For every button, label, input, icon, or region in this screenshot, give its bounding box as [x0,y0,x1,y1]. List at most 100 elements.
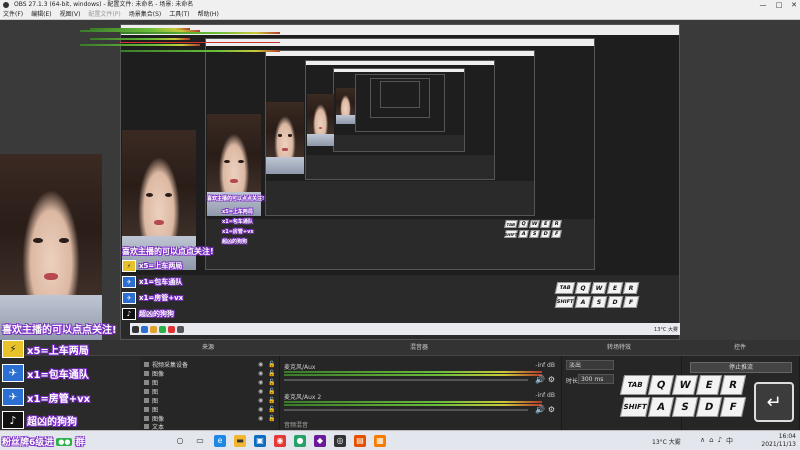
mixer-panel: 混音器 麦克风/Aux -inf dB 🔊 ⚙ 麦克风/Aux 2 -inf d… [280,344,562,430]
fan-badge-suffix: 群 [75,438,85,448]
task-view-icon[interactable]: ▭ [194,435,206,447]
gear-icon[interactable]: ⚙ [548,405,555,414]
speaker-icon[interactable]: 🔊 [535,405,545,414]
app-icon[interactable]: ◆ [314,434,326,447]
key-s: S [671,397,699,417]
sticker-label: x1=包车通队 [27,369,89,381]
overlay-headline: 喜欢主播的可以点点关注! [2,325,117,336]
maximize-icon[interactable]: □ [772,0,786,10]
controls-title: 控件 [734,344,747,351]
app-icon[interactable]: ▤ [354,434,366,447]
volume-meter [284,404,542,406]
menu-bar: 文件(F) 编辑(E) 视图(V) 配置文件(P) 场景集合(S) 工具(T) … [0,10,800,20]
sticker-label: x5=上车两局 [222,209,253,215]
key-q: Q [647,375,675,395]
source-item[interactable]: 图 ◉ 🔓 [144,387,275,396]
clock-date: 2021/11/13 [761,441,796,448]
webcam-capture [336,88,355,124]
sticker-label: 超凶的狗狗 [27,416,77,428]
chevron-up-icon[interactable]: ∧ [700,436,705,446]
preview-canvas[interactable]: 喜欢主播的可以点点关注! ⚡ x5=上车两局 ✈ x1=包车通队 ✈ x1=房管… [0,20,800,340]
transition-select[interactable]: 淡出 [566,360,614,370]
wechat-icon[interactable]: ● [294,434,306,447]
volume-slider[interactable] [284,409,528,411]
sources-title: 来源 [202,344,215,351]
menu-tools[interactable]: 工具(T) [169,10,189,19]
mixer-track: 麦克风/Aux 2 -inf dB 🔊 ⚙ [284,392,557,418]
webcam-capture [0,154,102,340]
sticker-row: ⚡ x5=上车两局 [2,340,89,358]
folder-icon[interactable]: ▬ [234,434,246,447]
sticker-lightning-icon: ⚡ [2,340,24,358]
sticker-label: 超凶的狗狗 [222,239,248,245]
mixer-title: 混音器 [410,344,429,351]
taskbar: ○ ▭ e ▬ ▣ ◉ ● ◆ ◎ ▤ ▦ 13°C 大雾 ∧ ⌂ ♪ 中 16… [0,430,800,450]
gear-icon[interactable]: ⚙ [548,375,555,384]
fan-badge-label: 粉丝牌6级进 [2,438,54,448]
speaker-icon[interactable]: 🔊 [535,375,545,384]
menu-file[interactable]: 文件(F) [3,10,23,19]
store-icon[interactable]: ▣ [254,434,266,447]
keyboard-overlay: TAB Q W E R SHIFT A S D F [619,375,747,417]
sticker-label: x1=包车通队 [222,219,253,225]
key-d: D [606,296,624,308]
search-icon[interactable]: ○ [174,435,186,447]
source-item[interactable]: 视频采集设备 ◉ 🔓 [144,360,275,369]
sticker-label: x1=房管+vx [27,393,91,405]
sticker-row: ✈ x1=包车通队 [2,364,89,382]
key-s: S [590,296,608,308]
menu-edit[interactable]: 编辑(E) [31,10,51,19]
clock-time: 16:04 [778,433,796,440]
source-item[interactable]: 图 ◉ 🔓 [144,378,275,387]
edge-icon[interactable]: e [214,434,226,447]
menu-scene-collection[interactable]: 场景集合(S) [129,10,162,19]
sticker-row: ✈ x1=房管+vx [2,388,90,406]
key-tab: TAB [554,282,576,294]
clock[interactable]: 16:04 2021/11/13 [761,433,796,449]
source-item[interactable]: 图像 ◉ 🔓 [144,369,275,378]
app-icon[interactable]: ▦ [374,434,386,447]
key-a: A [518,230,529,238]
source-item[interactable]: 图 ◉ 🔓 [144,405,275,414]
close-icon[interactable]: ✕ [787,0,800,10]
sticker-row: ♪ 超凶的狗狗 [122,308,174,320]
key-e: E [695,375,723,395]
minimize-icon[interactable]: — [756,0,770,10]
menu-profile[interactable]: 配置文件(P) [88,10,120,19]
volume-icon[interactable]: ♪ [718,436,722,446]
track-name: 麦克风/Aux 2 [284,394,322,401]
track-db: -inf dB [535,392,555,399]
key-e: E [540,220,551,228]
network-icon[interactable]: ⌂ [709,436,713,446]
menu-view[interactable]: 视图(V) [60,10,81,19]
weather-label[interactable]: 13°C 大雾 [652,437,681,446]
stop-stream-button[interactable]: 停止推流 [690,362,792,373]
transitions-title: 转场特效 [607,344,632,351]
key-d: D [540,230,551,238]
tiktok-icon: ♪ [122,308,136,320]
obs-icon[interactable]: ◎ [334,434,346,447]
keyboard-overlay: TAB Q W E R SHIFT A S D F [554,282,640,308]
volume-slider[interactable] [284,379,528,381]
chrome-icon[interactable]: ◉ [274,434,286,447]
nested-taskbar: 13°C 大雾 [130,323,680,335]
track-db: -inf dB [535,362,555,369]
obs-app-icon [3,2,9,8]
key-r: R [551,220,562,228]
duration-input[interactable]: 300 ms [578,374,614,384]
dock-header [0,340,800,356]
ime-icon[interactable]: 中 [726,436,733,446]
volume-meter [284,371,542,373]
sticker-label: x5=上车两局 [27,345,89,357]
menu-help[interactable]: 帮助(H) [198,10,219,19]
sticker-plane-icon: ✈ [122,292,136,304]
duration-label: 时长 [566,378,579,385]
source-item[interactable]: 图 ◉ 🔓 [144,396,275,405]
sticker-car-icon: ✈ [2,364,24,382]
key-shift: SHIFT [619,397,651,417]
key-a: A [647,397,675,417]
webcam-capture [307,94,334,146]
key-tab: TAB [619,375,651,395]
key-s: S [529,230,540,238]
overlay-headline: 喜欢主播的可以点点关注! [207,196,265,202]
